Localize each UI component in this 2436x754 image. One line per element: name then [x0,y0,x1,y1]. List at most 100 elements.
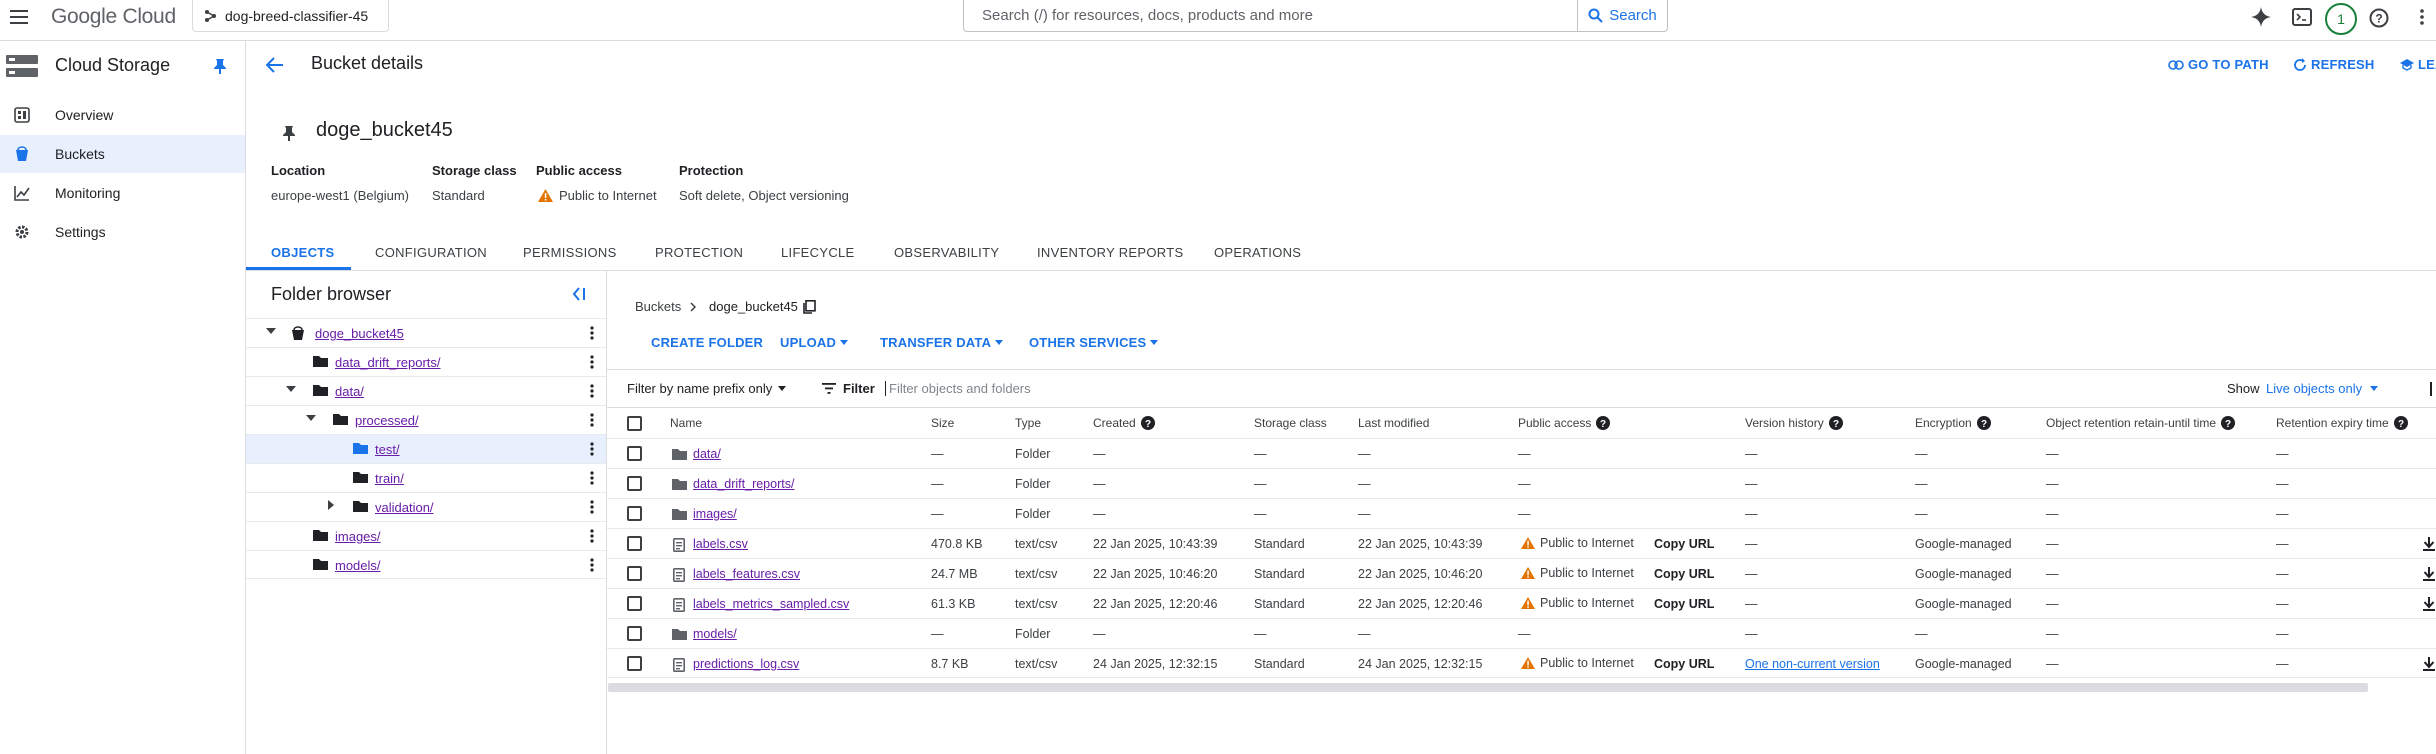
folder-tree-label[interactable]: train/ [375,471,404,486]
column-display-icon[interactable] [2430,382,2436,396]
tab-objects[interactable]: OBJECTS [271,245,335,260]
filter-input[interactable]: Filter objects and folders [885,381,1385,396]
sidebar-item-settings[interactable]: Settings [0,213,245,251]
object-name-link[interactable]: predictions_log.csv [693,657,799,671]
help-icon[interactable]: ? [2393,416,2408,430]
back-arrow-icon[interactable] [266,57,284,73]
caret-down-icon[interactable] [266,328,276,334]
table-row[interactable]: labels_features.csv 24.7 MB text/csv 22 Jan… [607,558,2436,588]
column-header-retention-expiry[interactable]: Retention expiry time? [2276,416,2408,430]
main-menu-icon[interactable] [10,10,28,24]
column-header-last-modified[interactable]: Last modified [1358,416,1429,430]
download-icon[interactable] [2423,567,2435,581]
folder-tree-label[interactable]: doge_bucket45 [315,326,404,341]
more-options-icon[interactable] [2420,9,2424,25]
more-options-icon[interactable] [590,529,594,543]
row-checkbox[interactable] [627,506,642,521]
notifications-badge[interactable]: 1 [2325,3,2357,35]
row-checkbox[interactable] [627,446,642,461]
download-icon[interactable] [2423,657,2435,671]
learn-button[interactable]: LEA [2400,57,2436,72]
copy-url-button[interactable]: Copy URL [1654,567,1714,581]
other-services-button[interactable]: OTHER SERVICES [1029,335,1159,350]
folder-tree-label[interactable]: data/ [335,384,364,399]
more-options-icon[interactable] [590,326,594,340]
row-checkbox[interactable] [627,596,642,611]
row-checkbox[interactable] [627,536,642,551]
download-icon[interactable] [2423,597,2435,611]
help-icon[interactable]: ? [2369,8,2389,28]
caret-right-icon[interactable] [328,500,334,510]
version-history-link[interactable]: One non-current version [1745,657,1880,671]
google-cloud-logo[interactable]: Google Cloud [51,5,176,29]
column-header-name[interactable]: Name [670,416,702,430]
folder-tree-item-models[interactable]: models/ [246,550,606,579]
column-header-retain-until[interactable]: Object retention retain-until time? [2046,416,2236,430]
folder-tree-label[interactable]: test/ [375,442,400,457]
caret-down-icon[interactable] [306,415,316,421]
object-name-link[interactable]: models/ [693,627,737,641]
tab-configuration[interactable]: CONFIGURATION [375,245,487,260]
sidebar-item-buckets[interactable]: Buckets [0,135,245,173]
more-options-icon[interactable] [590,384,594,398]
tab-operations[interactable]: OPERATIONS [1214,245,1301,260]
more-options-icon[interactable] [590,355,594,369]
folder-tree-label[interactable]: data_drift_reports/ [335,355,441,370]
object-name-link[interactable]: labels_metrics_sampled.csv [693,597,849,611]
object-name-link[interactable]: data_drift_reports/ [693,477,794,491]
prefix-filter-dropdown[interactable]: Filter by name prefix only [627,381,787,396]
tab-observability[interactable]: OBSERVABILITY [894,245,999,260]
transfer-data-button[interactable]: TRANSFER DATA [880,335,1004,350]
table-row[interactable]: predictions_log.csv 8.7 KB text/csv 24 Jan … [607,648,2436,678]
more-options-icon[interactable] [590,471,594,485]
table-row[interactable]: labels_metrics_sampled.csv 61.3 KB text/cs… [607,588,2436,618]
search-button[interactable]: Search [1577,0,1667,31]
folder-tree-label[interactable]: processed/ [355,413,419,428]
folder-tree-item-root[interactable]: doge_bucket45 [246,318,606,347]
upload-button[interactable]: UPLOAD [780,335,849,350]
object-name-link[interactable]: labels_features.csv [693,567,800,581]
row-checkbox[interactable] [627,476,642,491]
select-all-checkbox[interactable] [627,416,642,431]
more-options-icon[interactable] [590,500,594,514]
folder-tree-label[interactable]: models/ [335,558,381,573]
copy-url-button[interactable]: Copy URL [1654,597,1714,611]
more-options-icon[interactable] [590,442,594,456]
collapse-panel-icon[interactable] [572,287,586,301]
bell-icon[interactable] [283,125,295,141]
more-options-icon[interactable] [590,558,594,572]
help-icon[interactable]: ? [1596,416,1611,430]
breadcrumb-buckets[interactable]: Buckets [635,299,681,314]
row-checkbox[interactable] [627,566,642,581]
tab-protection[interactable]: PROTECTION [655,245,743,260]
sidebar-item-overview[interactable]: Overview [0,96,245,134]
table-row[interactable]: data/ — Folder — — — — — — — — [607,438,2436,468]
help-icon[interactable]: ? [2221,416,2236,430]
folder-tree-label[interactable]: validation/ [375,500,434,515]
project-picker[interactable]: dog-breed-classifier-45 [192,0,389,32]
row-checkbox[interactable] [627,626,642,641]
gemini-sparkle-icon[interactable] [2251,7,2271,27]
copy-icon[interactable] [803,300,816,314]
column-header-encryption[interactable]: Encryption? [1915,416,1991,430]
table-row[interactable]: models/ — Folder — — — — — — — — [607,618,2436,648]
cloud-shell-icon[interactable] [2292,8,2312,26]
folder-tree-item-processed[interactable]: processed/ [246,405,606,434]
folder-tree-label[interactable]: images/ [335,529,381,544]
search-input[interactable]: Search (/) for resources, docs, products… [964,7,1577,24]
row-checkbox[interactable] [627,656,642,671]
horizontal-scrollbar[interactable] [608,683,2368,692]
column-header-public-access[interactable]: Public access? [1518,416,1611,430]
search-bar[interactable]: Search (/) for resources, docs, products… [963,0,1668,32]
tab-permissions[interactable]: PERMISSIONS [523,245,617,260]
object-name-link[interactable]: data/ [693,447,721,461]
pin-icon[interactable] [214,58,226,74]
folder-tree-item-validation[interactable]: validation/ [246,492,606,521]
copy-url-button[interactable]: Copy URL [1654,657,1714,671]
column-header-size[interactable]: Size [931,416,954,430]
more-options-icon[interactable] [590,413,594,427]
object-name-link[interactable]: images/ [693,507,737,521]
folder-tree-item-images[interactable]: images/ [246,521,606,550]
help-icon[interactable]: ? [1140,416,1155,430]
column-header-storage-class[interactable]: Storage class [1254,416,1327,430]
